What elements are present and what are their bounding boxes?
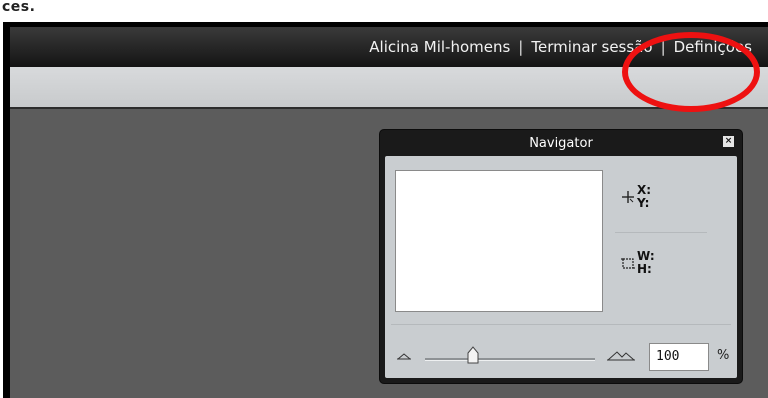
zoom-slider-track[interactable] [425, 358, 595, 361]
zoom-in-icon[interactable] [607, 349, 635, 361]
navigator-title: Navigator [529, 136, 593, 151]
y-label: Y: [637, 196, 650, 210]
crop-rect-icon [621, 258, 635, 269]
info-divider [615, 232, 707, 233]
top-text-fragment: ces. [2, 0, 36, 15]
toolbar [10, 67, 768, 109]
navigator-thumbnail[interactable] [395, 170, 603, 312]
zoom-divider [391, 324, 731, 325]
zoom-input[interactable]: 100 [649, 343, 709, 371]
navigator-body: X: Y: W: H: 100 % [385, 156, 737, 378]
navigator-panel: Navigator × X: Y: W: H: 100 % [380, 130, 742, 383]
zoom-percent-label: % [717, 348, 730, 363]
settings-link[interactable]: Definições [674, 38, 752, 56]
separator: | [660, 38, 666, 56]
crosshair-icon [622, 191, 634, 203]
user-menu: Alicina Mil-homens | Terminar sessão | Defin… [369, 38, 752, 56]
h-label: H: [637, 262, 652, 276]
zoom-slider-thumb[interactable] [467, 346, 479, 364]
zoom-out-icon[interactable] [397, 352, 411, 360]
separator: | [518, 38, 524, 56]
zoom-controls: 100 % [395, 342, 735, 372]
close-icon[interactable]: × [723, 136, 734, 147]
logout-link[interactable]: Terminar sessão [531, 38, 652, 56]
user-name-link[interactable]: Alicina Mil-homens [369, 38, 510, 56]
top-bar: Alicina Mil-homens | Terminar sessão | Defin… [10, 27, 768, 67]
